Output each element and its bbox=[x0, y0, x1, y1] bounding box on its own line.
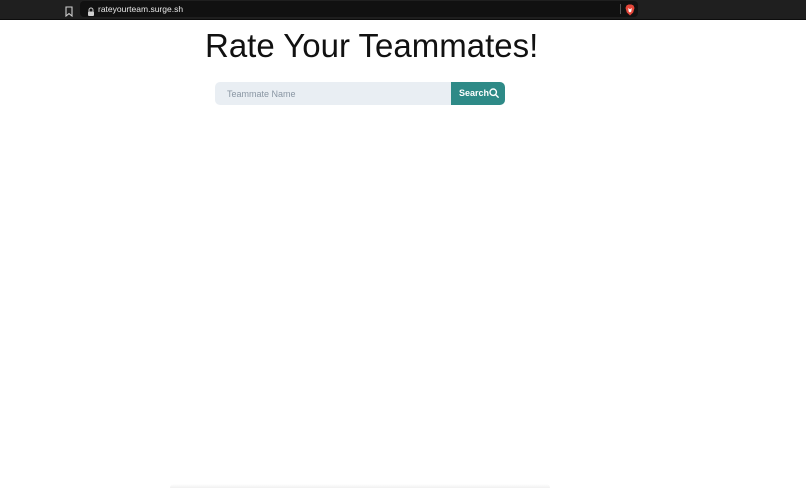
bookmark-icon[interactable] bbox=[64, 4, 74, 18]
search-button-label: Search bbox=[459, 88, 490, 98]
brave-shield-icon[interactable] bbox=[625, 3, 635, 16]
page-title: Rate Your Teammates! bbox=[205, 27, 539, 64]
search-button[interactable]: Search bbox=[451, 82, 505, 105]
browser-toolbar: rateyourteam.surge.sh bbox=[0, 0, 806, 20]
url-text: rateyourteam.surge.sh bbox=[98, 4, 184, 14]
teammate-name-input[interactable] bbox=[215, 82, 451, 105]
bottom-edge-shadow bbox=[170, 484, 550, 488]
search-icon bbox=[489, 88, 499, 98]
address-bar-divider bbox=[620, 4, 621, 14]
lock-icon bbox=[87, 4, 95, 16]
address-bar[interactable]: rateyourteam.surge.sh bbox=[80, 1, 638, 17]
search-form: Search bbox=[215, 82, 505, 105]
